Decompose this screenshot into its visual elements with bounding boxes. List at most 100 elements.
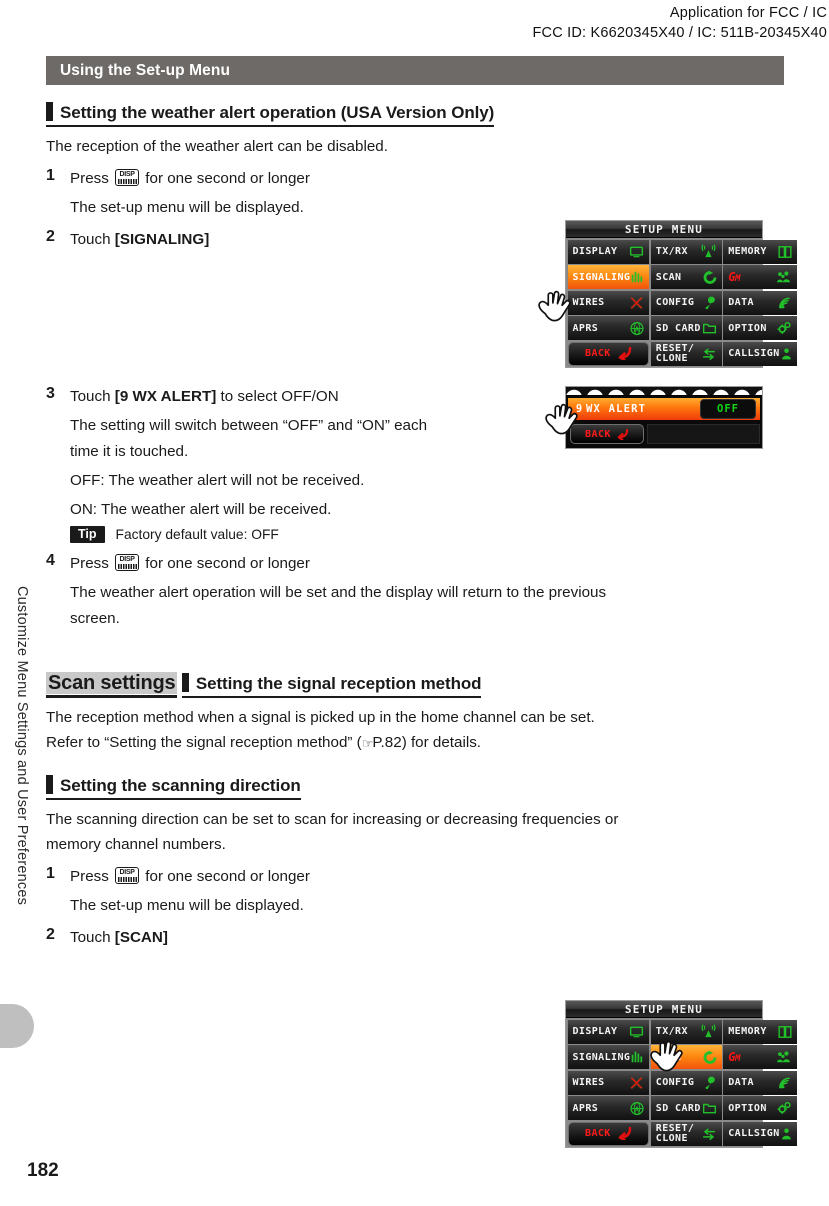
menu-cell-option[interactable]: OPTION — [723, 1096, 797, 1120]
menu-cell-reset-clone[interactable]: RESET/CLONE — [650, 1121, 722, 1146]
hand-cursor-icon — [543, 396, 589, 442]
swap-icon — [700, 1127, 718, 1141]
section-heading-text: Setting the weather alert operation (USA… — [60, 103, 495, 122]
antenna-icon — [701, 1024, 716, 1038]
step-1: 1 Press DISP for one second or longer — [46, 167, 784, 190]
scan-step-1-pre: Press — [70, 868, 109, 885]
menu-cell-label: TX/RX — [655, 246, 688, 257]
hand-cursor-icon — [648, 1033, 694, 1079]
chapter-heading-text: Scan settings — [46, 672, 178, 694]
menu-cell-memory[interactable]: MEMORY — [723, 1019, 797, 1044]
person-icon — [781, 1127, 791, 1139]
signal-icon — [778, 1077, 790, 1088]
bars-icon — [631, 271, 643, 283]
chapter-tab-marker — [0, 1004, 34, 1048]
menu-cell-callsign[interactable]: CALLSIGN — [723, 341, 797, 366]
people-icon — [774, 1050, 793, 1064]
tip-row: Tip Factory default value: OFF — [70, 526, 784, 543]
people-icon — [776, 1051, 790, 1063]
chapter-heading-scan-settings: Scan settings — [46, 672, 178, 698]
menu-cell-back[interactable]: BACK — [567, 341, 650, 366]
section2-line-2-b: ) for details. — [401, 734, 482, 751]
menu-cell-label: DATA — [728, 1077, 754, 1088]
wires-x-icon — [630, 296, 643, 309]
folder-icon — [702, 1103, 716, 1114]
section-heading-text: Setting the scanning direction — [60, 776, 301, 795]
section2-line-1: The reception method when a signal is pi… — [46, 709, 595, 726]
scan-step-2: 2 Touch [SCAN] — [46, 926, 784, 949]
people-icon — [774, 270, 793, 284]
menu-cell-option[interactable]: OPTION — [723, 316, 797, 340]
menu-cell-label: CALLSIGN — [728, 348, 780, 359]
wx-alert-row-label: WX ALERT — [586, 403, 647, 415]
section2-line-2: Refer to “Setting the signal reception m… — [46, 731, 784, 755]
menu-cell-display[interactable]: DISPLAY — [567, 1019, 650, 1044]
step-2-pre: Touch — [70, 231, 111, 248]
swap-icon — [702, 348, 715, 360]
hand-cursor-icon — [536, 283, 582, 329]
heading-rule — [181, 696, 482, 698]
step-3-off-description: OFF: The weather alert will not be recei… — [70, 472, 365, 489]
signal-icon — [776, 296, 793, 310]
disp-setup-key-icon: DISP — [115, 554, 140, 571]
step-3-target-label: [9 WX ALERT] — [114, 388, 217, 405]
scalloped-cut-edge — [566, 387, 762, 396]
bars-icon — [630, 270, 645, 284]
menu-cell-data[interactable]: DATA — [723, 1070, 797, 1095]
book-icon — [777, 1025, 793, 1039]
step-4-post: for one second or longer — [145, 555, 310, 572]
section-heading-scanning-direction: Setting the scanning direction — [46, 775, 301, 800]
wx-alert-value[interactable]: OFF — [700, 399, 756, 419]
person-icon — [780, 347, 793, 361]
globe-a-icon: A — [629, 321, 645, 336]
wires-x-icon — [628, 1076, 645, 1090]
menu-cell-callsign[interactable]: CALLSIGN — [723, 1121, 797, 1146]
wrench-icon — [701, 296, 718, 310]
menu-cell-aprs[interactable]: APRS A — [567, 1096, 650, 1120]
manual-page: Application for FCC / IC FCC ID: K662034… — [0, 0, 829, 1206]
step-4-subtext-line-2: screen. — [70, 610, 120, 627]
folder-icon — [702, 323, 716, 334]
book-icon — [778, 245, 792, 258]
menu-cell-config[interactable]: CONFIG — [650, 290, 722, 315]
menu-cell-signaling[interactable]: SIGNALING — [567, 1045, 650, 1069]
antenna-icon — [701, 244, 716, 258]
page-number: 182 — [27, 1160, 59, 1181]
heading-rule — [46, 125, 495, 127]
menu-cell-label: CONFIG — [655, 297, 695, 308]
scan-step-2-target-label: [SCAN] — [114, 929, 168, 946]
menu-cell-wires[interactable]: WIRES — [567, 1070, 650, 1095]
wx-empty-area — [647, 424, 760, 444]
heading-bar-icon — [46, 775, 53, 794]
menu-cell-gm[interactable]: GM — [723, 1045, 797, 1069]
step-4-subtext-line-1: The weather alert operation will be set … — [70, 584, 607, 601]
menu-cell-reset-clone[interactable]: RESET/CLONE — [650, 341, 722, 366]
menu-cell-memory[interactable]: MEMORY — [723, 239, 797, 264]
menu-cell-sd-card[interactable]: SD CARD — [650, 1096, 722, 1120]
wx-alert-row[interactable]: 9 WX ALERT OFF — [568, 398, 760, 420]
menu-cell-label: BACK — [585, 1128, 611, 1139]
menu-cell-scan[interactable]: SCAN — [650, 265, 722, 289]
menu-cell-label: DISPLAY — [572, 1026, 618, 1037]
bars-icon — [630, 1050, 645, 1064]
menu-cell-data[interactable]: DATA — [723, 290, 797, 315]
menu-cell-label: SD CARD — [655, 1102, 701, 1114]
menu-cell-label: MEMORY — [728, 1026, 767, 1037]
menu-cell-display[interactable]: DISPLAY — [567, 239, 650, 264]
menu-cell-label: DATA — [728, 297, 754, 308]
menu-cell-back[interactable]: BACK — [567, 1121, 650, 1146]
menu-cell-tx-rx[interactable]: TX/RX — [650, 239, 722, 264]
chapter-title-bar: Using the Set-up Menu — [46, 56, 784, 85]
scan-step-2-pre: Touch — [70, 929, 111, 946]
menu-cell-sd-card[interactable]: SD CARD — [650, 316, 722, 340]
menu-cell-gm[interactable]: GM — [723, 265, 797, 289]
lcd-wx-alert-screen: 9 WX ALERT OFF BACK — [565, 386, 763, 449]
wx-alert-bottom-bar: BACK — [568, 422, 760, 446]
fcc-application-header: Application for FCC / IC FCC ID: K662034… — [533, 4, 828, 43]
back-arrow-icon — [617, 347, 633, 360]
menu-cell-label: WIRES — [572, 1077, 605, 1088]
scan-step-1-subtext: The set-up menu will be displayed. — [70, 897, 304, 914]
refresh-icon — [702, 1050, 718, 1065]
gears-icon — [777, 1101, 791, 1114]
wrench-icon — [701, 1076, 718, 1090]
